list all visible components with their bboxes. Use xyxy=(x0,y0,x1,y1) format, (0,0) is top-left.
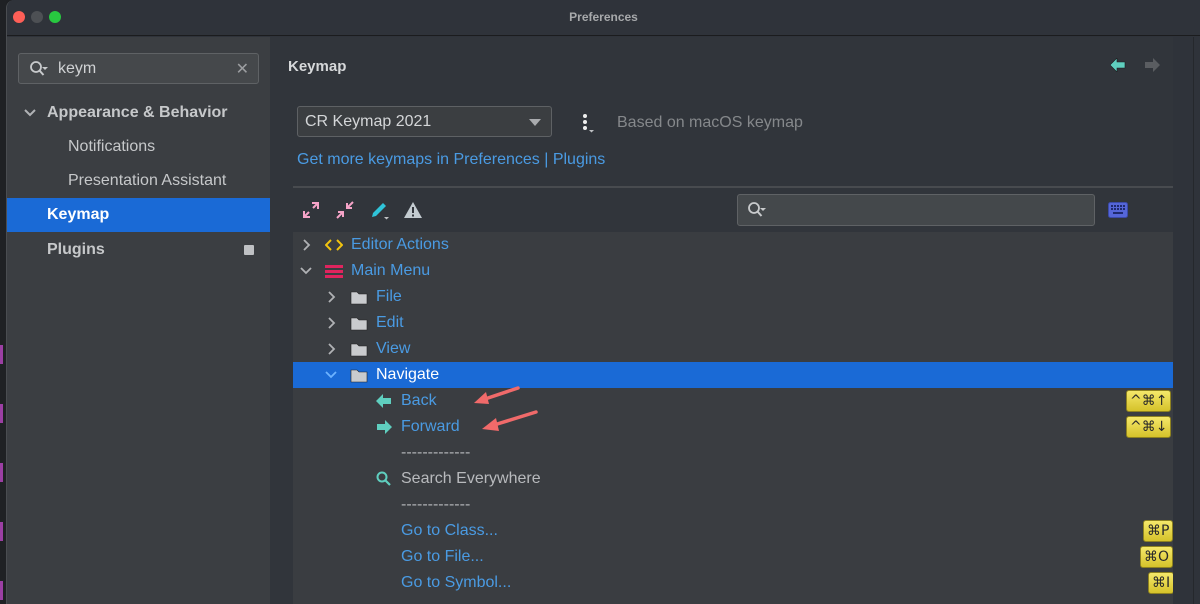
tree-row-navigate[interactable]: Navigate xyxy=(293,362,1173,388)
sidebar: keym ✕ Appearance & Behavior Notificatio… xyxy=(7,37,270,604)
right-edge-divider xyxy=(1193,37,1194,604)
tree-row-label: Back xyxy=(401,392,437,409)
search-icon xyxy=(748,202,766,217)
tree-row-view[interactable]: View xyxy=(293,336,1173,362)
sidebar-item-label: Plugins xyxy=(47,241,105,258)
tree-row-separator: ------------- xyxy=(293,440,1173,466)
sidebar-item-plugins[interactable]: Plugins xyxy=(7,233,270,267)
tree-row-label: View xyxy=(376,340,411,357)
back-arrow-icon xyxy=(376,394,391,408)
keymap-filter-input[interactable] xyxy=(737,194,1095,226)
tree-row-label: Editor Actions xyxy=(351,236,449,253)
keyboard-icon[interactable] xyxy=(1108,202,1128,218)
tree-row-edit[interactable]: Edit xyxy=(293,310,1173,336)
code-brackets-icon xyxy=(325,239,343,251)
page-title: Keymap xyxy=(288,58,347,75)
folder-icon xyxy=(350,343,368,357)
window-title: Preferences xyxy=(569,10,638,24)
right-gutter xyxy=(1173,37,1200,604)
tree-row-go-to-file[interactable]: Go to File... ⌘O xyxy=(293,544,1174,570)
forward-arrow-icon[interactable] xyxy=(1144,58,1160,72)
shortcut-badge: ⌘O xyxy=(1140,546,1174,568)
sidebar-item-appearance-behavior[interactable]: Appearance & Behavior xyxy=(7,96,270,130)
sidebar-item-notifications[interactable]: Notifications xyxy=(7,130,270,164)
tree-row-label: Edit xyxy=(376,314,404,331)
shortcut-badge: ⌘I xyxy=(1148,572,1175,594)
tree-row-label: Search Everywhere xyxy=(401,470,541,487)
shortcut-badge: ^⌘↑ xyxy=(1126,390,1172,412)
separator-label: ------------- xyxy=(401,444,471,461)
warning-icon[interactable] xyxy=(403,200,423,220)
clear-search-icon[interactable]: ✕ xyxy=(236,59,249,79)
background-marker xyxy=(0,581,3,600)
tree-row-label: Go to File... xyxy=(401,548,484,565)
tree-row-back[interactable]: Back ^⌘↑ xyxy=(293,388,1173,414)
based-on-label: Based on macOS keymap xyxy=(617,114,803,131)
tree-row-go-to-symbol[interactable]: Go to Symbol... ⌘I xyxy=(293,570,1175,596)
dropdown-arrow-icon xyxy=(529,119,541,126)
tree-row-forward[interactable]: Forward ^⌘↓ xyxy=(293,414,1173,440)
title-bar: Preferences xyxy=(7,0,1200,36)
menu-icon xyxy=(325,265,343,278)
sidebar-item-label: Appearance & Behavior xyxy=(47,104,228,121)
tree-row-main-menu[interactable]: Main Menu xyxy=(293,258,1173,284)
background-marker xyxy=(0,522,3,541)
tree-row-search-everywhere[interactable]: Search Everywhere xyxy=(293,466,1173,492)
separator-label: ------------- xyxy=(401,496,471,513)
tree-row-label: Main Menu xyxy=(351,262,431,279)
plugin-badge-icon xyxy=(244,245,254,255)
tree-row-file[interactable]: File xyxy=(293,284,1173,310)
search-icon xyxy=(376,471,391,486)
folder-icon xyxy=(350,291,368,305)
tree-row-label: Go to Class... xyxy=(401,522,498,539)
keymap-select-value: CR Keymap 2021 xyxy=(305,113,432,130)
background-marker xyxy=(0,463,3,482)
expand-all-icon[interactable] xyxy=(301,200,321,220)
tree-row-label: Go to Symbol... xyxy=(401,574,512,591)
folder-icon xyxy=(350,317,368,331)
collapse-all-icon[interactable] xyxy=(335,200,355,220)
search-icon xyxy=(30,61,48,76)
sidebar-item-label: Presentation Assistant xyxy=(68,172,227,189)
background-marker xyxy=(0,345,3,364)
more-actions-icon[interactable] xyxy=(580,113,596,133)
keymap-tree: Editor Actions Main Menu File Edit View … xyxy=(293,232,1175,604)
sidebar-item-label: Keymap xyxy=(47,206,110,223)
section-divider xyxy=(293,186,1173,188)
settings-search-input[interactable]: keym ✕ xyxy=(18,53,259,84)
shortcut-badge: ⌘P xyxy=(1143,520,1174,542)
sidebar-item-keymap[interactable]: Keymap xyxy=(7,198,270,232)
edit-icon[interactable] xyxy=(369,200,389,220)
forward-arrow-icon xyxy=(377,420,392,434)
tree-row-separator: ------------- xyxy=(293,492,1173,518)
shortcut-badge: ^⌘↓ xyxy=(1126,416,1172,438)
keymap-toolbar xyxy=(293,189,1173,232)
tree-row-label: File xyxy=(376,288,402,305)
tree-row-go-to-class[interactable]: Go to Class... ⌘P xyxy=(293,518,1174,544)
search-value: keym xyxy=(58,60,97,77)
keymap-panel: Keymap CR Keymap 2021 Based on macOS key… xyxy=(270,37,1200,604)
tree-row-label: Forward xyxy=(401,418,460,435)
keymap-select[interactable]: CR Keymap 2021 xyxy=(297,106,552,137)
get-more-keymaps-link[interactable]: Get more keymaps in Preferences | Plugin… xyxy=(297,151,605,169)
preferences-window: Preferences keym ✕ Appearance & Behavior… xyxy=(6,0,1200,604)
sidebar-item-presentation-assistant[interactable]: Presentation Assistant xyxy=(7,164,270,198)
back-arrow-icon[interactable] xyxy=(1110,58,1126,72)
folder-icon xyxy=(350,369,368,383)
tree-row-editor-actions[interactable]: Editor Actions xyxy=(293,232,1173,258)
sidebar-item-label: Notifications xyxy=(68,138,156,155)
background-marker xyxy=(0,404,3,423)
tree-row-label: Navigate xyxy=(376,366,440,383)
